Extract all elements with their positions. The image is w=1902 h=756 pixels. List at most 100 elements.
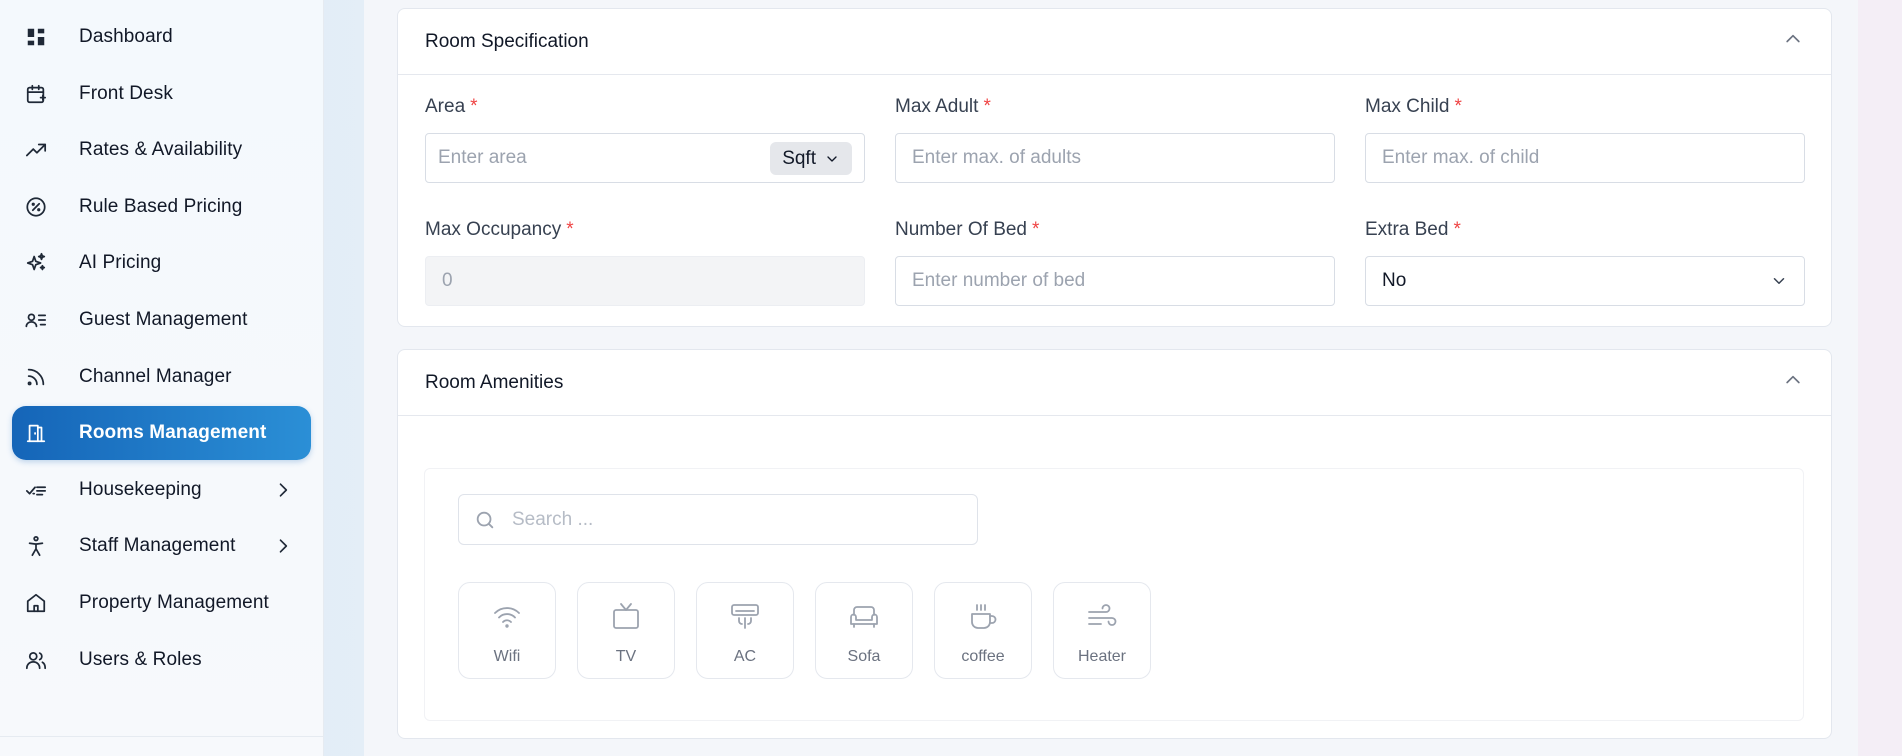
sidebar-item-staff-management[interactable]: Staff Management — [12, 519, 311, 573]
checklist-icon — [24, 478, 48, 502]
sidebar-item-label: Property Management — [79, 591, 269, 613]
amenity-coffee[interactable]: coffee — [934, 582, 1032, 679]
sparkles-icon — [24, 251, 48, 275]
sidebar-item-label: Dashboard — [79, 26, 173, 47]
sidebar-item-dashboard[interactable]: Dashboard — [12, 10, 311, 64]
card-title: Room Specification — [425, 30, 589, 52]
wifi-icon — [491, 601, 523, 638]
max-adult-placeholder: Enter max. of adults — [912, 147, 1081, 168]
number-of-bed-input[interactable]: Enter number of bed — [895, 256, 1335, 306]
room-specification-card: Room Specification Area * Enter area Sqft… — [397, 8, 1832, 327]
extra-bed-field: Extra Bed * No — [1365, 219, 1805, 306]
air-conditioner-icon — [729, 601, 761, 638]
area-label: Area — [425, 96, 466, 117]
field-label: Max Occupancy * — [425, 219, 865, 243]
area-field: Area * Enter area Sqft — [425, 96, 865, 183]
extra-bed-select[interactable]: No — [1365, 256, 1805, 306]
area-placeholder: Enter area — [438, 147, 527, 168]
user-list-icon — [24, 308, 48, 332]
amenity-label: Heater — [1077, 648, 1127, 665]
sidebar-item-front-desk[interactable]: Front Desk — [12, 67, 311, 121]
tv-icon — [610, 601, 642, 638]
field-label: Number Of Bed * — [895, 219, 1335, 243]
room-amenities-card: Room Amenities Search ... Wifi TV AC Sof… — [397, 349, 1832, 739]
max-adult-label: Max Adult — [895, 96, 979, 117]
sidebar-item-channel-manager[interactable]: Channel Manager — [12, 350, 311, 404]
chevron-right-icon[interactable] — [273, 536, 293, 556]
sidebar-item-label: Housekeeping — [79, 478, 202, 500]
trending-up-icon — [24, 138, 48, 162]
max-occupancy-input: 0 — [425, 256, 865, 306]
sidebar-item-rooms-management[interactable]: Rooms Management — [12, 406, 311, 461]
field-label: Extra Bed * — [1365, 219, 1805, 243]
max-occupancy-field: Max Occupancy * 0 — [425, 219, 865, 306]
sidebar-item-label: Rule Based Pricing — [79, 195, 243, 217]
required-marker: * — [1454, 96, 1462, 117]
amenity-search-input[interactable]: Search ... — [458, 494, 978, 545]
amenity-label: coffee — [961, 648, 1005, 665]
sidebar-nav: Dashboard Front Desk Rates & Availabilit… — [0, 0, 323, 687]
coffee-icon — [967, 601, 999, 638]
room-specification-header[interactable]: Room Specification — [398, 9, 1831, 75]
calendar-plus-icon — [24, 82, 48, 106]
users-icon — [24, 648, 48, 672]
area-input[interactable]: Enter area Sqft — [425, 133, 865, 183]
field-label: Max Adult * — [895, 96, 1335, 120]
extra-bed-label: Extra Bed — [1365, 219, 1449, 240]
amenities-panel: Search ... Wifi TV AC Sofa coffee Heater — [424, 468, 1804, 721]
chevron-down-icon — [827, 155, 837, 162]
required-marker: * — [470, 96, 478, 117]
unit-select[interactable]: Sqft — [770, 142, 852, 175]
sidebar-item-guest-management[interactable]: Guest Management — [12, 293, 311, 347]
required-marker: * — [566, 219, 574, 240]
sofa-icon — [848, 601, 880, 638]
sidebar-item-housekeeping[interactable]: Housekeeping — [12, 463, 311, 517]
unit-label: Sqft — [782, 147, 816, 169]
sidebar-divider — [0, 736, 323, 737]
max-adult-field: Max Adult * Enter max. of adults — [895, 96, 1335, 183]
max-occupancy-value: 0 — [442, 270, 453, 291]
main-content: Room Specification Area * Enter area Sqft… — [364, 0, 1858, 756]
person-icon — [24, 534, 48, 558]
chevron-down-icon — [1773, 278, 1785, 284]
max-adult-input[interactable]: Enter max. of adults — [895, 133, 1335, 183]
required-marker: * — [1032, 219, 1040, 240]
room-amenities-header[interactable]: Room Amenities — [398, 350, 1831, 416]
max-child-field: Max Child * Enter max. of child — [1365, 96, 1805, 183]
sidebar-item-rule-based-pricing[interactable]: Rule Based Pricing — [12, 180, 311, 234]
field-label: Area * — [425, 96, 865, 120]
sidebar-item-users-roles[interactable]: Users & Roles — [12, 633, 311, 687]
amenity-list: Wifi TV AC Sofa coffee Heater — [458, 582, 1172, 679]
sidebar: Dashboard Front Desk Rates & Availabilit… — [0, 0, 324, 756]
sidebar-item-rates-availability[interactable]: Rates & Availability — [12, 123, 311, 177]
search-placeholder: Search ... — [512, 508, 594, 530]
amenity-heater[interactable]: Heater — [1053, 582, 1151, 679]
rss-icon — [24, 365, 48, 389]
number-of-bed-field: Number Of Bed * Enter number of bed — [895, 219, 1335, 306]
door-icon — [24, 421, 48, 445]
chevron-up-icon[interactable] — [1783, 29, 1803, 54]
required-marker: * — [983, 96, 991, 117]
amenity-wifi[interactable]: Wifi — [458, 582, 556, 679]
amenity-label: TV — [615, 648, 637, 665]
amenity-ac[interactable]: AC — [696, 582, 794, 679]
sidebar-item-label: Rooms Management — [79, 422, 267, 444]
sidebar-item-label: AI Pricing — [79, 252, 162, 274]
sidebar-item-label: Channel Manager — [79, 365, 232, 387]
amenity-sofa[interactable]: Sofa — [815, 582, 913, 679]
chevron-up-icon[interactable] — [1783, 370, 1803, 395]
amenity-tv[interactable]: TV — [577, 582, 675, 679]
sidebar-item-ai-pricing[interactable]: AI Pricing — [12, 236, 311, 290]
max-child-input[interactable]: Enter max. of child — [1365, 133, 1805, 183]
percent-badge-icon — [24, 195, 48, 219]
dashboard-icon — [24, 25, 48, 49]
number-of-bed-placeholder: Enter number of bed — [912, 270, 1086, 291]
sidebar-item-label: Users & Roles — [79, 648, 202, 670]
sidebar-item-property-management[interactable]: Property Management — [12, 576, 311, 630]
sidebar-item-label: Staff Management — [79, 535, 236, 557]
sidebar-item-label: Guest Management — [79, 308, 248, 330]
field-label: Max Child * — [1365, 96, 1805, 120]
amenity-label: Wifi — [493, 648, 521, 665]
chevron-right-icon[interactable] — [273, 480, 293, 500]
sidebar-item-label: Rates & Availability — [79, 139, 243, 161]
